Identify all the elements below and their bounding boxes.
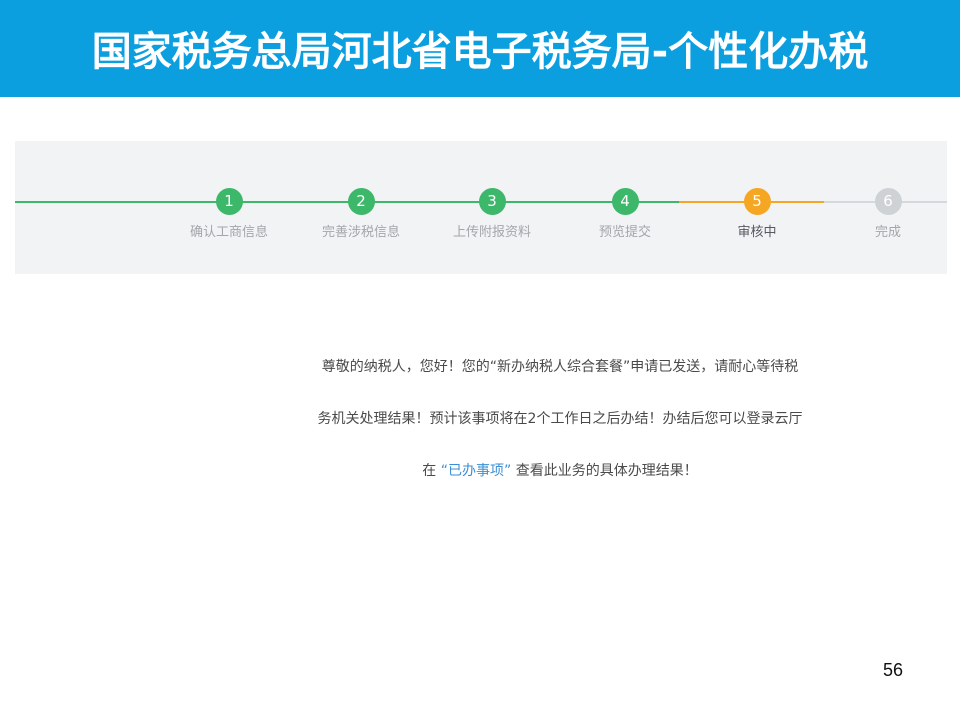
step-under-review: 5 审核中 xyxy=(692,188,822,241)
completed-items-link[interactable]: “已办事项” xyxy=(441,463,512,479)
message-line: 在 “已办事项” 查看此业务的具体办理结果！ xyxy=(280,459,840,484)
step-label: 完善涉税信息 xyxy=(321,225,400,240)
title-bar: 国家税务总局河北省电子税务局-个性化办税 xyxy=(0,0,960,97)
slide-page-number: 56 xyxy=(882,660,904,680)
step-upload-documents: 3 上传附报资料 xyxy=(427,188,557,241)
progress-steps-panel: 1 确认工商信息 2 完善涉税信息 3 上传附报资料 4 预览提交 5 审核中 … xyxy=(15,141,947,274)
step-label: 审核中 xyxy=(737,225,777,240)
step-label: 预览提交 xyxy=(598,225,651,240)
step-confirm-business-info: 1 确认工商信息 xyxy=(164,188,294,241)
step-number-badge: 3 xyxy=(478,188,506,215)
step-label: 完成 xyxy=(874,225,901,240)
step-label: 上传附报资料 xyxy=(452,225,531,240)
confirmation-message: 尊敬的纳税人，您好！您的“新办纳税人综合套餐”申请已发送，请耐心等待税 务机关处… xyxy=(280,355,840,511)
step-number-badge: 5 xyxy=(743,188,771,215)
step-complete: 6 完成 xyxy=(823,188,953,241)
step-number-badge: 1 xyxy=(215,188,243,215)
step-complete-tax-info: 2 完善涉税信息 xyxy=(296,188,426,241)
step-label: 确认工商信息 xyxy=(189,225,268,240)
message-line: 尊敬的纳税人，您好！您的“新办纳税人综合套餐”申请已发送，请耐心等待税 xyxy=(321,359,799,375)
page-title: 国家税务总局河北省电子税务局-个性化办税 xyxy=(91,29,869,75)
step-number-badge: 4 xyxy=(611,188,639,215)
step-preview-submit: 4 预览提交 xyxy=(560,188,690,241)
message-line: 务机关处理结果！预计该事项将在2个工作日之后办结！办结后您可以登录云厅 xyxy=(317,411,803,427)
message-text: 查看此业务的具体办理结果！ xyxy=(515,463,698,479)
step-number-badge: 6 xyxy=(874,188,902,215)
message-text: 在 xyxy=(422,463,437,479)
step-number-badge: 2 xyxy=(347,188,375,215)
